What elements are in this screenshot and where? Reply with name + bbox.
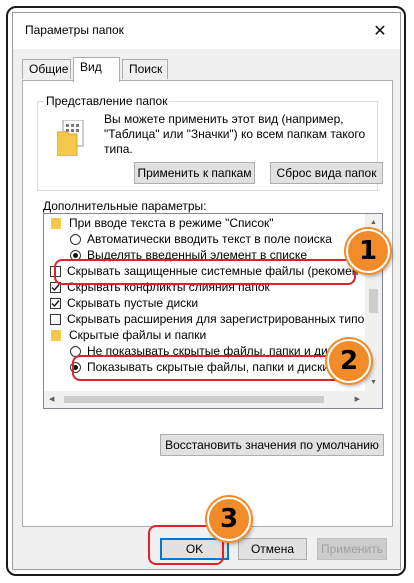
scroll-down-icon[interactable]: ▼ bbox=[370, 379, 377, 386]
list-item-label: Скрывать пустые диски bbox=[67, 296, 199, 310]
folder-view-description: Вы можете применить этот вид (например, … bbox=[104, 112, 366, 156]
advanced-settings-label: Дополнительные параметры: bbox=[43, 199, 207, 213]
list-item-label: Скрывать расширения для зарегистрированн… bbox=[67, 312, 365, 326]
scroll-right-icon[interactable]: ▶ bbox=[355, 396, 360, 403]
highlight-show-hidden bbox=[72, 355, 352, 381]
apply-to-folders-button[interactable]: Применить к папкам bbox=[134, 162, 255, 184]
callout-badge-1: 1 bbox=[346, 229, 390, 273]
reset-folders-button[interactable]: Сброс вида папок bbox=[270, 162, 383, 184]
horizontal-scroll-thumb[interactable] bbox=[64, 396, 324, 403]
folder-options-dialog: Параметры папок ✕ Общие Вид Поиск Предст… bbox=[12, 12, 401, 570]
cancel-button[interactable]: Отмена bbox=[238, 538, 307, 560]
tab-search[interactable]: Поиск bbox=[122, 59, 168, 79]
highlight-hide-protected bbox=[54, 259, 356, 285]
list-item-label: Скрытые файлы и папки bbox=[69, 328, 207, 342]
tab-general[interactable]: Общие bbox=[22, 59, 71, 79]
scrollbar-corner bbox=[365, 391, 382, 408]
view-tab-panel: Представление папок Вы можете применить … bbox=[22, 80, 393, 527]
list-item-label: При вводе текста в режиме "Список" bbox=[69, 216, 274, 230]
folder-icon bbox=[51, 218, 61, 229]
vertical-scroll-thumb[interactable] bbox=[369, 289, 378, 313]
scroll-up-icon[interactable]: ▲ bbox=[370, 219, 377, 226]
scroll-left-icon[interactable]: ◀ bbox=[49, 396, 54, 403]
checkbox-hide-empty-drives[interactable] bbox=[50, 298, 61, 309]
checkbox-hide-extensions[interactable] bbox=[50, 314, 61, 325]
title-bar: Параметры папок ✕ bbox=[13, 13, 400, 49]
apply-button[interactable]: Применить bbox=[317, 538, 387, 560]
radio-auto-type-search[interactable] bbox=[70, 234, 81, 245]
callout-badge-3: 3 bbox=[207, 497, 251, 541]
tab-view[interactable]: Вид bbox=[73, 57, 120, 82]
folder-view-group: Представление папок Вы можете применить … bbox=[37, 94, 383, 191]
window-title: Параметры папок bbox=[25, 23, 124, 37]
restore-defaults-button[interactable]: Восстановить значения по умолчанию bbox=[160, 434, 384, 456]
folder-icon bbox=[51, 330, 61, 341]
close-icon[interactable]: ✕ bbox=[360, 13, 400, 49]
folder-view-legend: Представление папок bbox=[44, 94, 170, 108]
list-item-label: Автоматически вводить текст в поле поиск… bbox=[87, 232, 332, 246]
folder-view-icon bbox=[57, 120, 84, 156]
horizontal-scrollbar[interactable]: ◀ ▶ bbox=[44, 391, 365, 408]
callout-badge-2: 2 bbox=[327, 339, 371, 383]
